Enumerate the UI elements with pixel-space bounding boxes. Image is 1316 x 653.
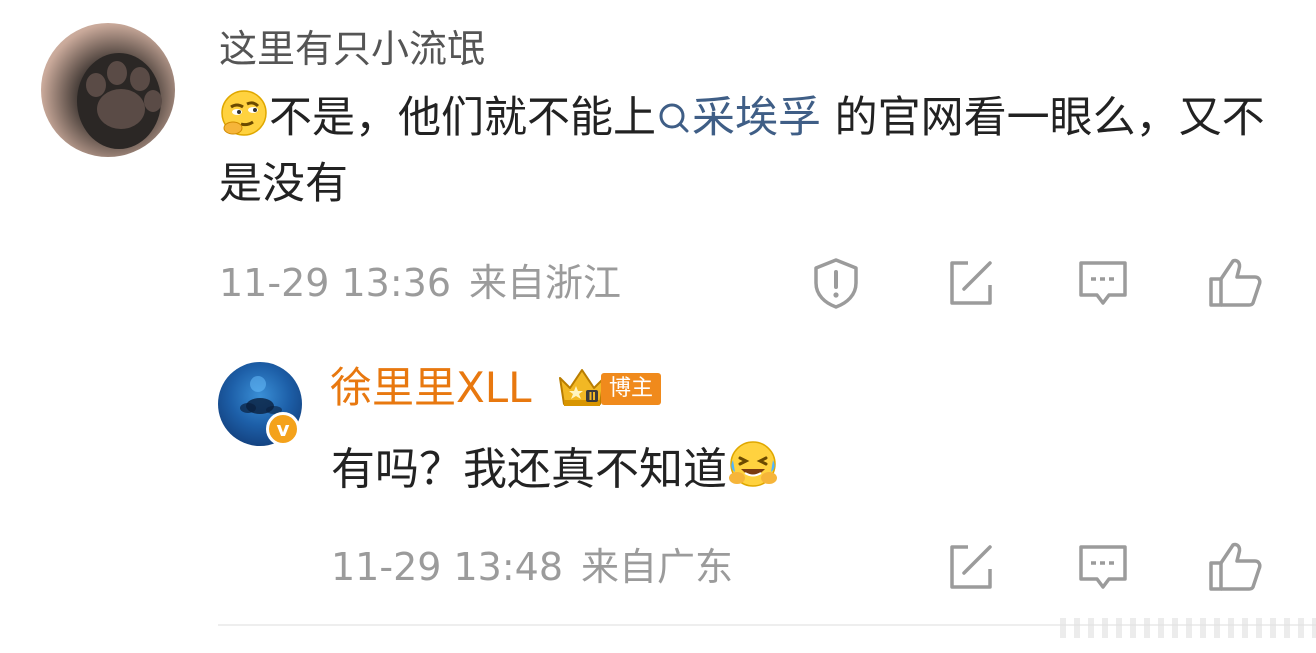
reply-meta: 11-29 13:48 来自广东 bbox=[331, 542, 733, 592]
reply-location: 来自广东 bbox=[581, 545, 734, 589]
share-button[interactable] bbox=[941, 254, 999, 312]
comment-icon bbox=[1079, 545, 1127, 589]
share-icon bbox=[950, 261, 992, 305]
report-button[interactable] bbox=[807, 254, 865, 312]
comment-text: 不是，他们就不能上 采埃孚 的官网看一眼么，又不是没有 bbox=[219, 88, 1279, 214]
reply-text: 有吗？我还真不知道 bbox=[331, 438, 779, 506]
paw-image bbox=[77, 53, 162, 149]
like-icon bbox=[1209, 258, 1262, 307]
host-badge: 博主 bbox=[601, 373, 662, 405]
comment-location: 来自浙江 bbox=[469, 261, 622, 305]
replier-username[interactable]: 徐里里XLL bbox=[330, 362, 532, 414]
topic-link[interactable]: 采埃孚 bbox=[656, 93, 821, 143]
thinking-face-emoji bbox=[219, 88, 269, 154]
reply-like-button[interactable] bbox=[1206, 538, 1264, 596]
commenter-username[interactable]: 这里有只小流氓 bbox=[219, 24, 485, 74]
laugh-cry-emoji bbox=[727, 438, 779, 506]
report-icon bbox=[814, 258, 858, 309]
scroll-indicator bbox=[1060, 618, 1316, 638]
verified-badge-icon: v bbox=[266, 412, 300, 446]
search-icon bbox=[659, 103, 689, 133]
reply-time: 11-29 13:48 bbox=[331, 545, 564, 589]
share-icon bbox=[950, 545, 992, 589]
comment-text-part1: 不是，他们就不能上 bbox=[269, 93, 656, 143]
comment-button[interactable] bbox=[1074, 254, 1132, 312]
reply-share-button[interactable] bbox=[941, 538, 999, 596]
comment-icon bbox=[1079, 261, 1127, 305]
comment-meta: 11-29 13:36 来自浙江 bbox=[219, 258, 621, 308]
reply-comment-button[interactable] bbox=[1074, 538, 1132, 596]
like-icon bbox=[1209, 542, 1262, 591]
comment-time: 11-29 13:36 bbox=[219, 261, 452, 305]
like-button[interactable] bbox=[1206, 254, 1264, 312]
commenter-avatar[interactable] bbox=[41, 23, 175, 157]
topic-link-label[interactable]: 采埃孚 bbox=[692, 93, 821, 143]
reply-text-content: 有吗？我还真不知道 bbox=[331, 444, 727, 495]
